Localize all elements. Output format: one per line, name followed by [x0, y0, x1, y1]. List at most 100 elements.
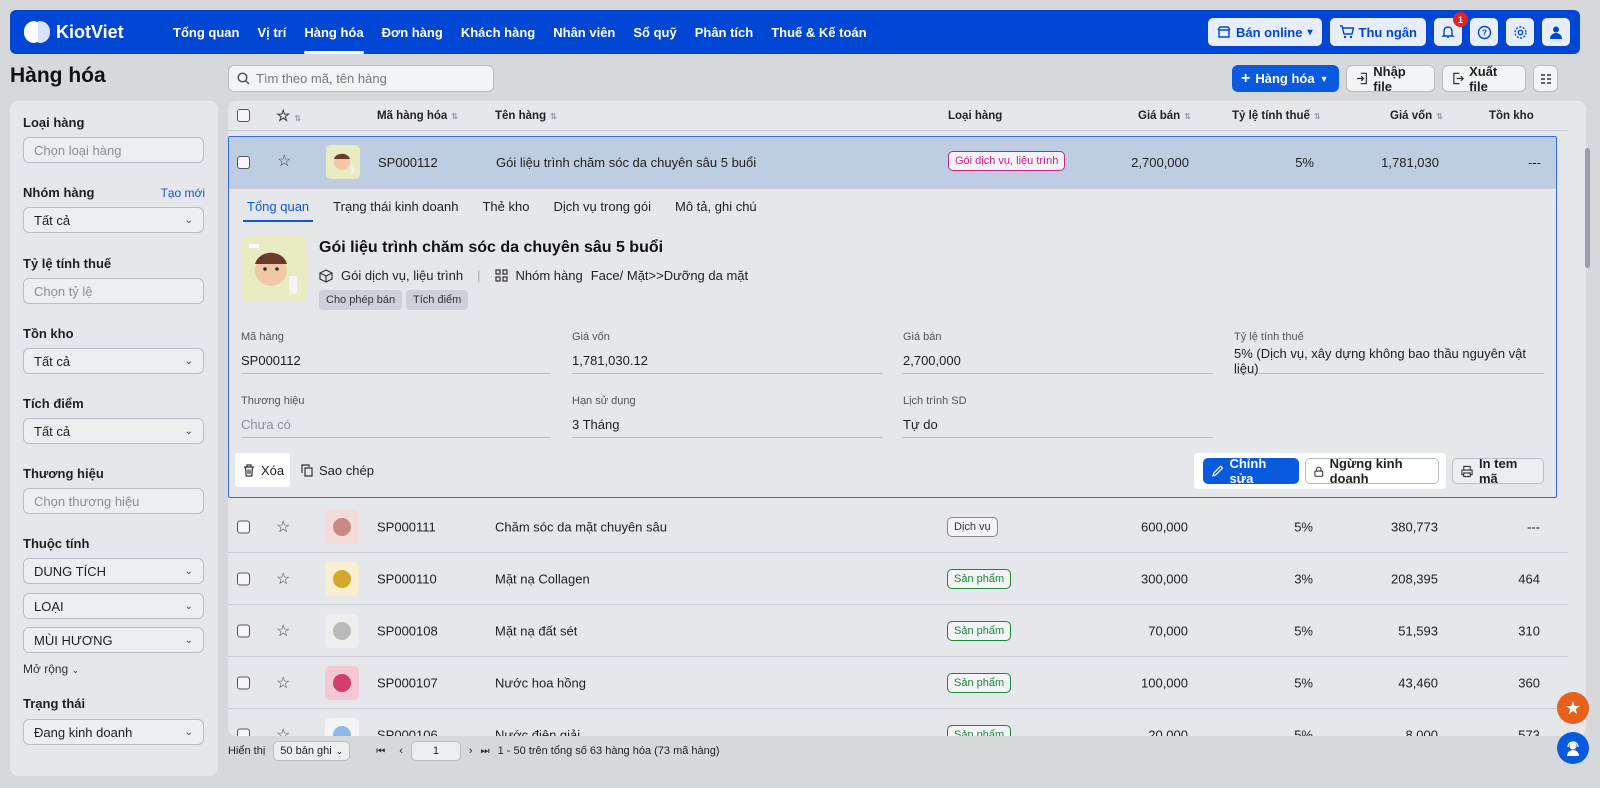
next-page-icon[interactable]: › — [469, 745, 473, 757]
first-page-icon[interactable]: ⏮ — [376, 746, 385, 757]
points-chip: Tích điểm — [406, 290, 469, 310]
filter-sidebar: Loại hàng Chọn loại hàng Nhóm hàng Tạo m… — [10, 101, 218, 776]
cost-cell: 43,460 — [1398, 675, 1438, 690]
column-header-cost[interactable]: Giá vốn ⇅ — [1390, 110, 1443, 122]
copy-button[interactable]: Sao chép — [293, 457, 382, 483]
expand-attributes-link[interactable]: Mở rộng ⌄ — [23, 662, 79, 676]
chevron-down-icon: ⌄ — [184, 355, 193, 367]
table-scrollbar[interactable] — [1585, 148, 1590, 268]
star-icon[interactable]: ☆ — [276, 569, 290, 589]
expanded-product-detail: ☆ SP000112 Gói liệu trình chăm sóc da ch… — [228, 136, 1557, 498]
import-file-button[interactable]: Nhập file — [1346, 64, 1435, 94]
page-number-input[interactable]: 1 — [410, 741, 461, 761]
column-header-price[interactable]: Giá bán ⇅ — [1138, 110, 1191, 122]
filter-label-tax-rate: Tỷ lệ tính thuế — [23, 256, 112, 271]
nav-item-1[interactable]: Vị trí — [248, 10, 295, 54]
detail-tab-4[interactable]: Mô tả, ghi chú — [665, 190, 767, 222]
attribute-select-capacity[interactable]: DUNG TÍCH ⌄ — [23, 558, 204, 584]
product-type-placeholder: Chọn loại hàng — [34, 142, 122, 158]
delete-button[interactable]: Xóa — [235, 457, 292, 483]
row-checkbox[interactable] — [237, 624, 250, 637]
price-cell: 70,000 — [1148, 623, 1188, 638]
row-checkbox[interactable] — [237, 572, 250, 585]
product-type-select[interactable]: Chọn loại hàng — [23, 137, 204, 163]
table-row[interactable]: ☆ SP000107 Nước hoa hồng Sản phẩm 100,000 5% 4… — [228, 657, 1568, 709]
add-product-label: Hàng hóa — [1255, 71, 1315, 86]
add-product-button[interactable]: + Hàng hóa ▼ — [1232, 65, 1339, 92]
stock-select[interactable]: Tất cả ⌄ — [23, 348, 204, 374]
star-icon[interactable]: ☆ — [276, 673, 290, 693]
star-icon[interactable]: ☆ — [277, 151, 291, 171]
column-header-code[interactable]: Mã hàng hóa ⇅ — [377, 110, 458, 122]
row-checkbox[interactable] — [237, 728, 250, 736]
brand-select[interactable]: Chọn thương hiệu — [23, 488, 204, 514]
table-row[interactable]: ☆ SP000106 Nước điện giải Sản phẩm 20,000 5% 8… — [228, 709, 1568, 736]
help-button[interactable]: ? — [1470, 18, 1498, 46]
tax-rate-select[interactable]: Chọn tỷ lệ — [23, 278, 204, 304]
brand-logo[interactable]: KiotViet — [24, 19, 154, 45]
filter-label-status: Trạng thái — [23, 696, 86, 711]
star-icon[interactable]: ☆ — [276, 517, 290, 537]
detail-tab-0[interactable]: Tổng quan — [237, 190, 319, 222]
favorite-fab-button[interactable]: ★ — [1557, 692, 1589, 724]
row-checkbox[interactable] — [237, 520, 250, 533]
sell-online-button[interactable]: Bán online ▾ — [1208, 18, 1322, 46]
attribute-select-scent[interactable]: MÙI HƯƠNG ⌄ — [23, 627, 204, 653]
points-select[interactable]: Tất cả ⌄ — [23, 418, 204, 444]
detail-tab-3[interactable]: Dịch vụ trong gói — [543, 190, 661, 222]
table-row[interactable]: ☆ SP000111 Chăm sóc da mặt chuyên sâu Dịch … — [228, 501, 1568, 553]
edit-button[interactable]: Chỉnh sửa — [1203, 456, 1299, 486]
print-label: In tem mã — [1479, 456, 1518, 486]
user-avatar-button[interactable] — [1542, 18, 1570, 46]
select-all-checkbox[interactable] — [237, 109, 250, 122]
stock-cell: 573 — [1518, 727, 1540, 736]
column-header-name[interactable]: Tên hàng ⇅ — [495, 110, 557, 122]
nav-item-2[interactable]: Hàng hóa — [295, 10, 372, 54]
page-number: 1 — [432, 745, 439, 757]
nav-item-0[interactable]: Tổng quan — [164, 10, 248, 54]
cart-icon — [1339, 25, 1354, 39]
export-file-button[interactable]: Xuất file — [1442, 64, 1526, 94]
settings-button[interactable] — [1506, 18, 1534, 46]
nav-item-7[interactable]: Phân tích — [686, 10, 763, 54]
table-row[interactable]: ☆ SP000110 Mặt nạ Collagen Sản phẩm 300,000 3… — [228, 553, 1568, 605]
product-name: Mặt nạ Collagen — [495, 571, 590, 586]
nav-item-3[interactable]: Đơn hàng — [373, 10, 452, 54]
user-icon — [1550, 26, 1562, 39]
nav-item-5[interactable]: Nhân viên — [544, 10, 624, 54]
product-code: SP000110 — [377, 571, 437, 586]
stop-selling-button[interactable]: Ngừng kinh doanh — [1305, 456, 1439, 486]
row-checkbox[interactable] — [237, 156, 250, 169]
chevron-down-icon: ⌄ — [184, 600, 193, 612]
cashier-button[interactable]: Thu ngân — [1329, 18, 1426, 46]
last-page-icon[interactable]: ⏭ — [481, 746, 490, 757]
nav-item-4[interactable]: Khách hàng — [452, 10, 544, 54]
nav-item-6[interactable]: Sổ quỹ — [624, 10, 685, 54]
attribute-select-type[interactable]: LOẠI ⌄ — [23, 593, 204, 619]
sort-icon: ⇅ — [1313, 112, 1321, 121]
type-tag: Sản phẩm — [947, 672, 1012, 693]
nav-item-8[interactable]: Thuế & Kế toán — [762, 10, 875, 54]
support-fab-button[interactable] — [1557, 732, 1589, 764]
search-input[interactable]: Tìm theo mã, tên hàng — [228, 65, 494, 92]
star-icon[interactable]: ☆ — [276, 621, 290, 641]
page-size-select[interactable]: 50 bản ghi ⌄ — [273, 741, 351, 761]
print-label-button[interactable]: In tem mã — [1452, 456, 1544, 486]
status-select[interactable]: Đang kinh doanh ⌄ — [23, 719, 204, 745]
cost-cell: 1,781,030 — [1381, 155, 1439, 170]
selected-table-row[interactable]: ☆ SP000112 Gói liệu trình chăm sóc da ch… — [229, 137, 1556, 189]
detail-tab-2[interactable]: Thẻ kho — [472, 190, 539, 222]
notification-button[interactable]: 1 — [1434, 12, 1468, 46]
type-tag-label: Sản phẩm — [947, 620, 1012, 641]
column-settings-button[interactable] — [1533, 65, 1558, 92]
create-group-link[interactable]: Tạo mới — [160, 186, 205, 200]
column-header-tax[interactable]: Tỷ lệ tính thuế ⇅ — [1232, 110, 1321, 122]
product-group-select[interactable]: Tất cả ⌄ — [23, 207, 204, 233]
row-checkbox[interactable] — [237, 676, 250, 689]
filter-label-product-group: Nhóm hàng — [23, 185, 95, 200]
detail-tab-1[interactable]: Trạng thái kinh doanh — [323, 190, 468, 222]
table-row[interactable]: ☆ SP000108 Mặt nạ đất sét Sản phẩm 70,000 5% 5… — [228, 605, 1568, 657]
star-icon[interactable]: ☆ — [276, 725, 290, 737]
prev-page-icon[interactable]: ‹ — [399, 745, 403, 757]
favorite-header-icon[interactable]: ☆ ⇅ — [276, 106, 301, 126]
